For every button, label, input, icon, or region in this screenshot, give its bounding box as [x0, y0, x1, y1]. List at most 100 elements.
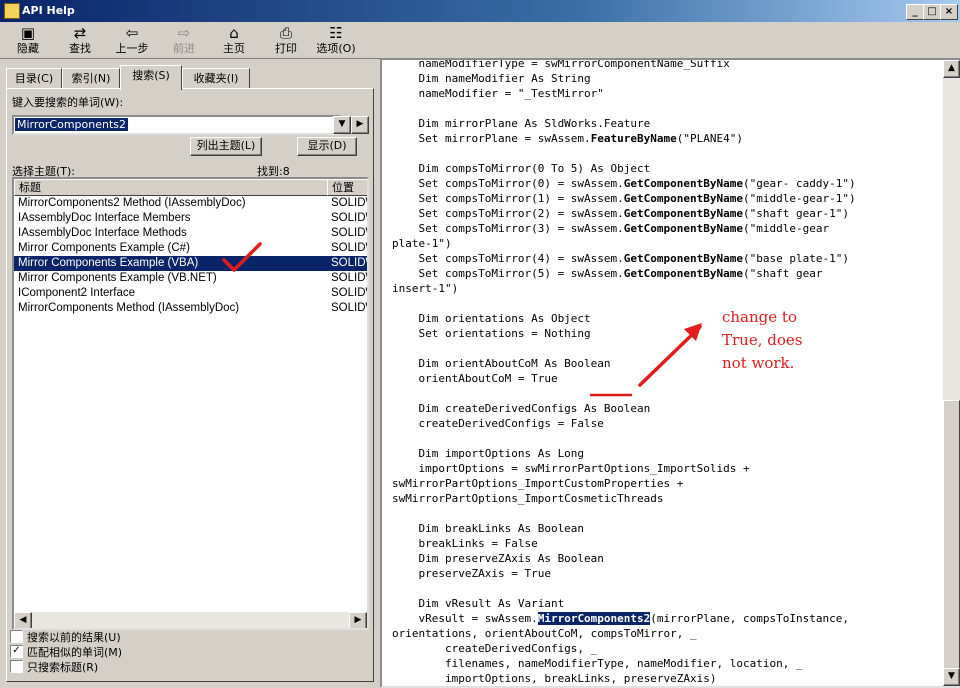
maximize-button[interactable]: □: [923, 4, 941, 20]
result-row[interactable]: IAssemblyDoc Interface Methods SOLIDWORKS: [14, 226, 367, 241]
left-arrow-icon: ◀: [19, 615, 27, 625]
tab-favorites[interactable]: 收藏夹(I): [182, 68, 250, 89]
result-row[interactable]: Mirror Components Example (VB.NET) SOLIDW…: [14, 271, 367, 286]
code-text: orientAboutCoM = True: [392, 372, 558, 385]
code-text: Set compsToMirror(2) = swAssem.: [392, 207, 624, 220]
down-arrow-icon: ▼: [948, 671, 955, 681]
code-text: Set compsToMirror(1) = swAssem.: [392, 192, 624, 205]
api-method-name: GetComponentByName: [623, 207, 744, 220]
api-method-name: FeatureByName: [590, 132, 677, 145]
code-text: Dim vResult As Variant: [392, 597, 565, 610]
results-list[interactable]: 标题 位置 MirrorComponents2 Method (IAssembl…: [12, 177, 369, 630]
options-button[interactable]: ☷ 选项(O): [312, 24, 360, 58]
result-location: SOLIDWORKS: [331, 272, 367, 284]
toolbar: ▣ 隐藏 ⇄ 查找 ⇦ 上一步 ⇨ 前进 ⌂ 主页 ⎙ 打印 ☷ 选项(O): [0, 22, 960, 59]
right-arrow-icon: ▶: [354, 615, 362, 625]
api-method-name: GetComponentByName: [623, 267, 744, 280]
scroll-right-button[interactable]: ▶: [349, 612, 367, 628]
horizontal-scrollbar[interactable]: ◀ ▶: [14, 612, 367, 628]
home-icon: ⌂: [229, 24, 239, 42]
code-text: ("shaft gear-1"): [743, 207, 849, 220]
checkbox-match-similar[interactable]: ✓: [10, 645, 23, 658]
minimize-button[interactable]: _: [906, 4, 924, 20]
display-button[interactable]: 显示(D): [297, 137, 357, 156]
search-word-label: 键入要搜索的单词(W):: [12, 96, 124, 109]
column-header-title[interactable]: 标题: [14, 179, 328, 196]
hide-button[interactable]: ▣ 隐藏: [4, 24, 52, 58]
search-go-button[interactable]: ▶: [351, 116, 369, 134]
code-text: insert-1"): [392, 282, 459, 295]
match-similar-label: 匹配相似的单词(M): [27, 646, 123, 659]
print-button[interactable]: ⎙ 打印: [262, 24, 310, 58]
code-text: Set compsToMirror(5) = swAssem.: [392, 267, 624, 280]
code-text: Set mirrorPlane = swAssem.: [392, 132, 591, 145]
list-topics-button[interactable]: 列出主题(L): [190, 137, 262, 156]
code-text: createDerivedConfigs, _: [392, 642, 598, 655]
code-text: nameModifierType = swMirrorComponentName…: [392, 58, 730, 70]
locate-button[interactable]: ⇄ 查找: [56, 24, 104, 58]
tab-search[interactable]: 搜索(S): [120, 65, 182, 90]
code-line: Dim importOptions As Long: [392, 446, 856, 461]
search-previous-label: 搜索以前的结果(U): [27, 631, 121, 644]
code-text: ("gear- caddy-1"): [743, 177, 856, 190]
tab-contents[interactable]: 目录(C): [6, 68, 62, 89]
api-method-name: GetComponentByName: [623, 252, 744, 265]
scroll-up-button[interactable]: ▲: [943, 60, 960, 78]
result-row[interactable]: Mirror Components Example (C#) SOLIDWORKS: [14, 241, 367, 256]
result-row[interactable]: Mirror Components Example (VBA) SOLIDWORK…: [14, 256, 367, 271]
code-text: breakLinks = False: [392, 537, 538, 550]
vertical-scrollbar[interactable]: ▲ ▼: [943, 60, 960, 686]
checkbox-titles-only[interactable]: [10, 660, 23, 673]
result-row[interactable]: MirrorComponents2 Method (IAssemblyDoc) S…: [14, 196, 367, 211]
search-dropdown-button[interactable]: ▼: [333, 116, 351, 134]
result-row[interactable]: IAssemblyDoc Interface Members SOLIDWORKS: [14, 211, 367, 226]
window-title: API Help: [22, 4, 75, 17]
code-text: swMirrorPartOptions_ImportCustomProperti…: [392, 477, 684, 490]
result-title: IAssemblyDoc Interface Methods: [18, 227, 187, 239]
code-line: Set compsToMirror(2) = swAssem.GetCompon…: [392, 206, 856, 221]
code-line: Set compsToMirror(5) = swAssem.GetCompon…: [392, 266, 856, 281]
code-line: breakLinks = False: [392, 536, 856, 551]
result-row[interactable]: IComponent2 Interface SOLIDWORKS: [14, 286, 367, 301]
locate-icon: ⇄: [73, 24, 87, 42]
code-text: preserveZAxis = True: [392, 567, 551, 580]
scroll-left-button[interactable]: ◀: [14, 612, 32, 628]
home-button[interactable]: ⌂ 主页: [210, 24, 258, 58]
code-line: orientations, orientAboutCoM, compsToMir…: [392, 626, 856, 641]
code-text: plate-1"): [392, 237, 452, 250]
back-button[interactable]: ⇦ 上一步: [108, 24, 156, 58]
result-row[interactable]: MirrorComponents Method (IAssemblyDoc) SO…: [14, 301, 367, 316]
code-text: Dim mirrorPlane As SldWorks.Feature: [392, 117, 651, 130]
titles-only-label: 只搜索标题(R): [27, 661, 99, 674]
column-header-location[interactable]: 位置: [327, 179, 367, 196]
code-line: Dim nameModifier As String: [392, 71, 856, 86]
scroll-down-button[interactable]: ▼: [943, 668, 960, 686]
close-button[interactable]: ×: [940, 4, 958, 20]
result-location: SOLIDWORKS: [331, 287, 367, 299]
help-app-icon: [4, 3, 20, 19]
checkmark-icon: ✓: [12, 645, 21, 656]
forward-arrow-icon: ⇨: [177, 24, 191, 42]
code-line: importOptions, breakLinks, preserveZAxis…: [392, 671, 856, 686]
scroll-thumb[interactable]: [943, 400, 960, 672]
code-line: Dim mirrorPlane As SldWorks.Feature: [392, 116, 856, 131]
tab-index[interactable]: 索引(N): [62, 68, 120, 89]
code-text: ("middle-gear-1"): [743, 192, 856, 205]
navigation-pane: 目录(C) 索引(N) 搜索(S) 收藏夹(I) 键入要搜索的单词(W): Mi…: [2, 60, 374, 684]
result-title: MirrorComponents2 Method (IAssemblyDoc): [18, 197, 246, 209]
up-arrow-icon: ▲: [948, 63, 955, 73]
search-hit-highlight: MirrorComponents2: [537, 612, 651, 625]
code-text: Dim preserveZAxis As Boolean: [392, 552, 604, 565]
code-text: vResult = swAssem.: [392, 612, 538, 625]
code-line: Set compsToMirror(3) = swAssem.GetCompon…: [392, 221, 856, 236]
checkbox-search-previous[interactable]: [10, 630, 23, 643]
search-input[interactable]: MirrorComponents2: [12, 115, 341, 135]
code-text: importOptions = swMirrorPartOptions_Impo…: [392, 462, 750, 475]
code-line: Set mirrorPlane = swAssem.FeatureByName(…: [392, 131, 856, 146]
red-checkmark-annotation: [222, 242, 262, 272]
code-text: importOptions, breakLinks, preserveZAxis…: [392, 672, 717, 685]
result-title: Mirror Components Example (VB.NET): [18, 272, 217, 284]
forward-button[interactable]: ⇨ 前进: [160, 24, 208, 58]
